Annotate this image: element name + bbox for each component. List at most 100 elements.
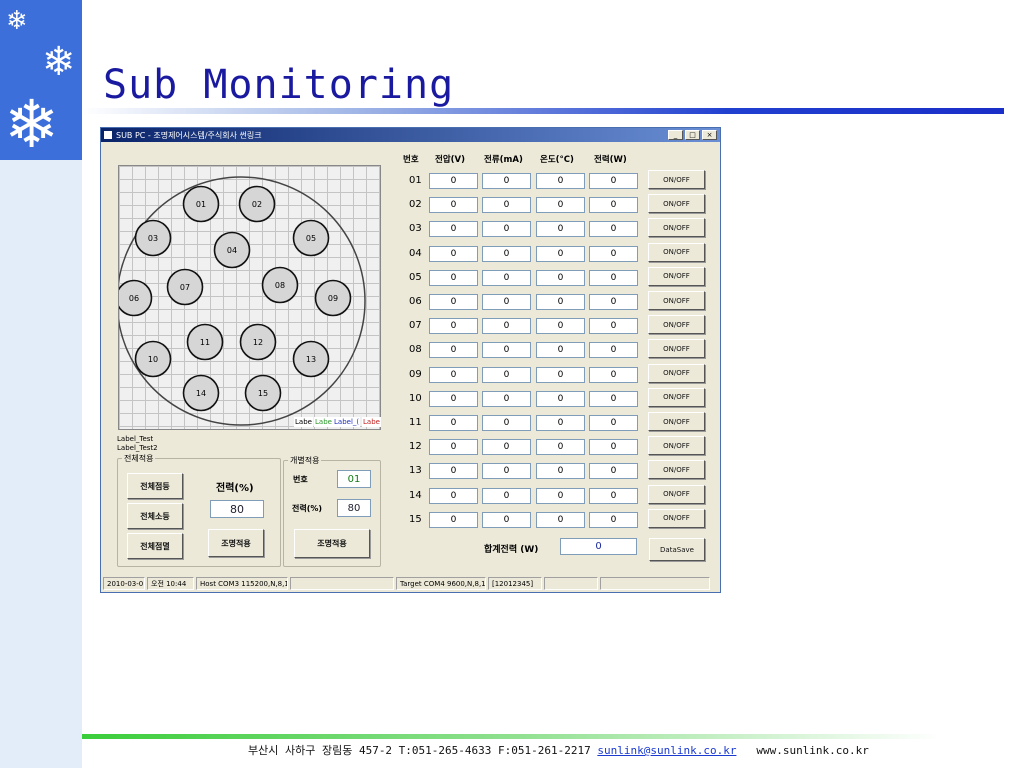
row-number: 12 <box>409 441 422 453</box>
row-onoff-button[interactable]: ON/OFF <box>648 218 705 238</box>
indiv-apply-button[interactable]: 조명적용 <box>294 529 370 558</box>
row-onoff-button[interactable]: ON/OFF <box>648 170 705 189</box>
all-apply-legend: 전체적용 <box>124 454 154 463</box>
close-icon[interactable]: × <box>702 130 717 140</box>
row-value-v: 0 <box>429 487 478 504</box>
row-value-a: 0 <box>482 269 531 286</box>
all-off-button[interactable]: 전체소등 <box>127 503 183 529</box>
status-id: [12012345] <box>488 577 542 590</box>
row-value-v: 0 <box>429 439 478 456</box>
total-power-value: 0 <box>560 538 637 555</box>
individual-apply-legend: 개별적용 <box>290 456 320 465</box>
window-titlebar[interactable]: SUB PC - 조명제어시스템/주식회사 썬링크 _ □ × <box>101 128 720 142</box>
status-target-port: Target COM4 9600,N,8,1 <box>396 577 486 590</box>
lamp-13[interactable]: 13 <box>292 340 330 378</box>
row-value-w: 0 <box>589 390 638 407</box>
minimize-icon[interactable]: _ <box>668 130 683 140</box>
lamp-01[interactable]: 01 <box>182 185 220 223</box>
status-empty-1 <box>290 577 394 590</box>
maximize-icon[interactable]: □ <box>685 130 700 140</box>
indiv-num-input[interactable]: 01 <box>337 470 371 488</box>
row-number: 04 <box>409 247 422 259</box>
row-number: 10 <box>409 392 422 404</box>
row-value-w: 0 <box>589 439 638 456</box>
lamp-10[interactable]: 10 <box>134 340 172 378</box>
row-onoff-button[interactable]: ON/OFF <box>648 412 705 431</box>
label-test2: Label_Test2 <box>117 444 158 452</box>
row-value-v: 0 <box>429 294 478 310</box>
lamp-15[interactable]: 15 <box>244 374 282 412</box>
row-value-a: 0 <box>482 245 531 262</box>
total-power-label: 합계전력 (W) <box>484 545 539 555</box>
row-value-v: 0 <box>429 318 478 335</box>
row-number: 13 <box>409 465 422 477</box>
all-power-label: 전력(%) <box>216 483 254 494</box>
row-onoff-button[interactable]: ON/OFF <box>648 291 705 310</box>
row-value-v: 0 <box>429 463 478 480</box>
lamp-02[interactable]: 02 <box>238 185 276 223</box>
all-on-button[interactable]: 전체점등 <box>127 473 183 499</box>
row-onoff-button[interactable]: ON/OFF <box>648 508 705 528</box>
row-value-w: 0 <box>589 342 638 359</box>
lamp-07[interactable]: 07 <box>166 268 204 306</box>
lamp-03[interactable]: 03 <box>134 219 172 257</box>
indiv-power-input[interactable]: 80 <box>337 499 371 517</box>
lamp-09[interactable]: 09 <box>314 279 352 317</box>
row-value-t: 0 <box>536 439 585 456</box>
row-value-w: 0 <box>589 511 638 528</box>
row-value-a: 0 <box>482 366 531 383</box>
lamp-11[interactable]: 11 <box>186 323 224 361</box>
row-number: 02 <box>409 199 422 211</box>
app-window: SUB PC - 조명제어시스템/주식회사 썬링크 _ □ × 01 02 03 04… <box>100 127 721 593</box>
row-onoff-button[interactable]: ON/OFF <box>648 484 705 504</box>
lamp-14[interactable]: 14 <box>182 374 220 412</box>
row-value-w: 0 <box>589 463 638 480</box>
row-value-a: 0 <box>482 197 531 214</box>
label-test: Label_Test <box>117 435 154 443</box>
lamp-06[interactable]: 06 <box>119 279 153 317</box>
row-value-v: 0 <box>429 197 478 214</box>
row-value-t: 0 <box>536 463 585 480</box>
lamp-12[interactable]: 12 <box>239 323 277 361</box>
row-onoff-button[interactable]: ON/OFF <box>648 460 705 480</box>
header-temperature: 온도(°C) <box>540 155 574 165</box>
row-onoff-button[interactable]: ON/OFF <box>648 242 705 262</box>
row-value-w: 0 <box>589 197 638 214</box>
row-onoff-button[interactable]: ON/OFF <box>648 194 705 214</box>
row-number: 06 <box>409 296 422 307</box>
lamp-layout-panel: 01 02 03 04 05 06 07 08 09 10 11 12 13 14 15 Labe Labe… <box>118 165 381 430</box>
row-value-a: 0 <box>482 173 531 189</box>
all-power-input[interactable]: 80 <box>210 500 264 518</box>
app-icon <box>104 131 112 139</box>
footer-email-link[interactable]: sunlink@sunlink.co.kr <box>597 744 736 757</box>
row-onoff-button[interactable]: ON/OFF <box>648 339 705 359</box>
slide: ❄ ❄ ❄ Sub Monitoring SUB PC - 조명제어시스템/주식… <box>0 0 1024 768</box>
lamp-label: 06 <box>129 294 139 303</box>
row-value-t: 0 <box>536 269 585 286</box>
lamp-08[interactable]: 08 <box>261 266 299 304</box>
row-value-t: 0 <box>536 342 585 359</box>
lamp-label: 04 <box>227 246 237 255</box>
all-dim-button[interactable]: 전체점멸 <box>127 533 183 559</box>
all-apply-button[interactable]: 조명적용 <box>208 529 264 557</box>
row-value-a: 0 <box>482 511 531 528</box>
row-value-t: 0 <box>536 173 585 189</box>
row-value-w: 0 <box>589 269 638 286</box>
lamp-05[interactable]: 05 <box>292 219 330 257</box>
row-value-v: 0 <box>429 245 478 262</box>
row-onoff-button[interactable]: ON/OFF <box>648 363 705 383</box>
row-onoff-button[interactable]: ON/OFF <box>648 436 705 456</box>
lamp-04[interactable]: 04 <box>213 231 251 269</box>
row-value-t: 0 <box>536 487 585 504</box>
row-value-t: 0 <box>536 294 585 310</box>
row-value-v: 0 <box>429 342 478 359</box>
row-onoff-button[interactable]: ON/OFF <box>648 266 705 286</box>
row-onoff-button[interactable]: ON/OFF <box>648 387 705 407</box>
lamp-label: 09 <box>328 294 338 303</box>
row-value-w: 0 <box>589 294 638 310</box>
datasave-button[interactable]: DataSave <box>649 538 705 561</box>
row-value-v: 0 <box>429 366 478 383</box>
lamp-layout-svg: 01 02 03 04 05 06 07 08 09 10 11 12 13 14 15 <box>119 176 366 426</box>
row-onoff-button[interactable]: ON/OFF <box>648 315 705 335</box>
row-value-v: 0 <box>429 221 478 238</box>
